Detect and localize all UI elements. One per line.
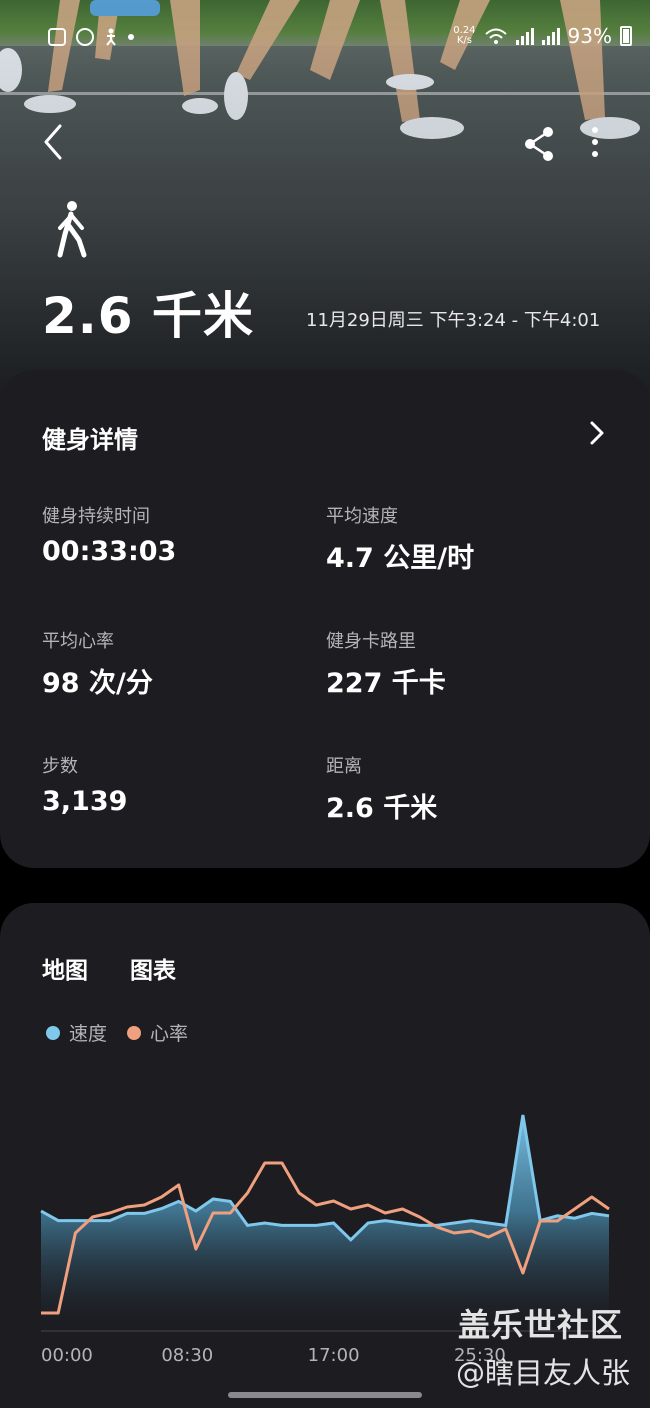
check-icon (76, 28, 94, 46)
walking-icon (57, 201, 87, 258)
stat-value: 4.7 公里/时 (326, 543, 475, 574)
stat-value: 00:33:03 (42, 536, 177, 567)
stat-value: 227 千卡 (326, 668, 446, 699)
stat-calories: 健身卡路里 227 千卡 (326, 627, 606, 700)
notification-dot-icon (128, 34, 134, 40)
signal-5g-icon-1 (515, 27, 534, 45)
stat-label: 健身卡路里 (326, 631, 416, 652)
more-options-icon[interactable] (580, 124, 610, 164)
stat-distance: 距离 2.6 千米 (326, 752, 606, 825)
legend-speed: 速度 (46, 1019, 107, 1046)
watermark-community: 盖乐世社区 (458, 1306, 624, 1344)
x-tick-label: 17:00 (308, 1345, 360, 1366)
stat-value: 2.6 千米 (326, 793, 438, 824)
stat-avg-heart-rate: 平均心率 98 次/分 (42, 627, 322, 700)
stat-value: 3,139 (42, 786, 128, 817)
home-indicator-bar[interactable] (228, 1392, 422, 1398)
workout-date-range: 11月29日周三 下午3:24 - 下午4:01 (306, 310, 601, 331)
signal-5g-icon-2 (541, 27, 560, 45)
x-tick-label: 00:00 (41, 1345, 93, 1366)
stat-avg-speed: 平均速度 4.7 公里/时 (326, 502, 606, 575)
stat-label: 距离 (326, 756, 362, 777)
x-tick-label: 08:30 (161, 1345, 213, 1366)
chevron-right-icon[interactable] (584, 418, 608, 448)
back-arrow-icon[interactable] (36, 118, 76, 166)
tab-map[interactable]: 地图 (42, 951, 88, 985)
legend-dot-speed (46, 1025, 60, 1040)
share-icon[interactable] (520, 124, 560, 164)
net-speed: 0.24 K/s (453, 25, 476, 46)
stat-label: 平均速度 (326, 506, 398, 527)
gallery-icon (48, 28, 66, 46)
stat-value: 98 次/分 (42, 668, 153, 699)
hero-shade (0, 0, 650, 420)
details-title: 健身详情 (42, 426, 138, 454)
hero-banner: 0.24 K/s 93% 2.6 千米 11月29日周三 下午3:24 - 下午… (0, 0, 650, 420)
wifi-icon (484, 28, 507, 44)
legend-dot-heart-rate (127, 1025, 142, 1040)
watermark-author: @瞎目友人张 (456, 1356, 631, 1390)
status-bar: 0.24 K/s 93% (0, 24, 650, 54)
chart-legend: 速度 心率 (46, 1019, 188, 1046)
accessibility-icon (104, 28, 118, 46)
stat-label: 健身持续时间 (42, 506, 150, 527)
stat-steps: 步数 3,139 (42, 752, 322, 817)
battery-icon (620, 26, 632, 46)
stat-duration: 健身持续时间 00:33:03 (42, 502, 322, 567)
legend-label-speed: 速度 (69, 1023, 108, 1045)
workout-details-card: 健身详情 健身持续时间 00:33:03 平均速度 4.7 公里/时 平均心率 … (0, 370, 650, 868)
total-distance: 2.6 千米 (42, 287, 254, 345)
battery-percent: 93% (567, 24, 612, 48)
tab-chart[interactable]: 图表 (130, 951, 176, 985)
legend-heart-rate: 心率 (127, 1019, 188, 1046)
stat-label: 步数 (42, 756, 78, 777)
legend-label-heart-rate: 心率 (150, 1023, 189, 1045)
stat-label: 平均心率 (42, 631, 114, 652)
